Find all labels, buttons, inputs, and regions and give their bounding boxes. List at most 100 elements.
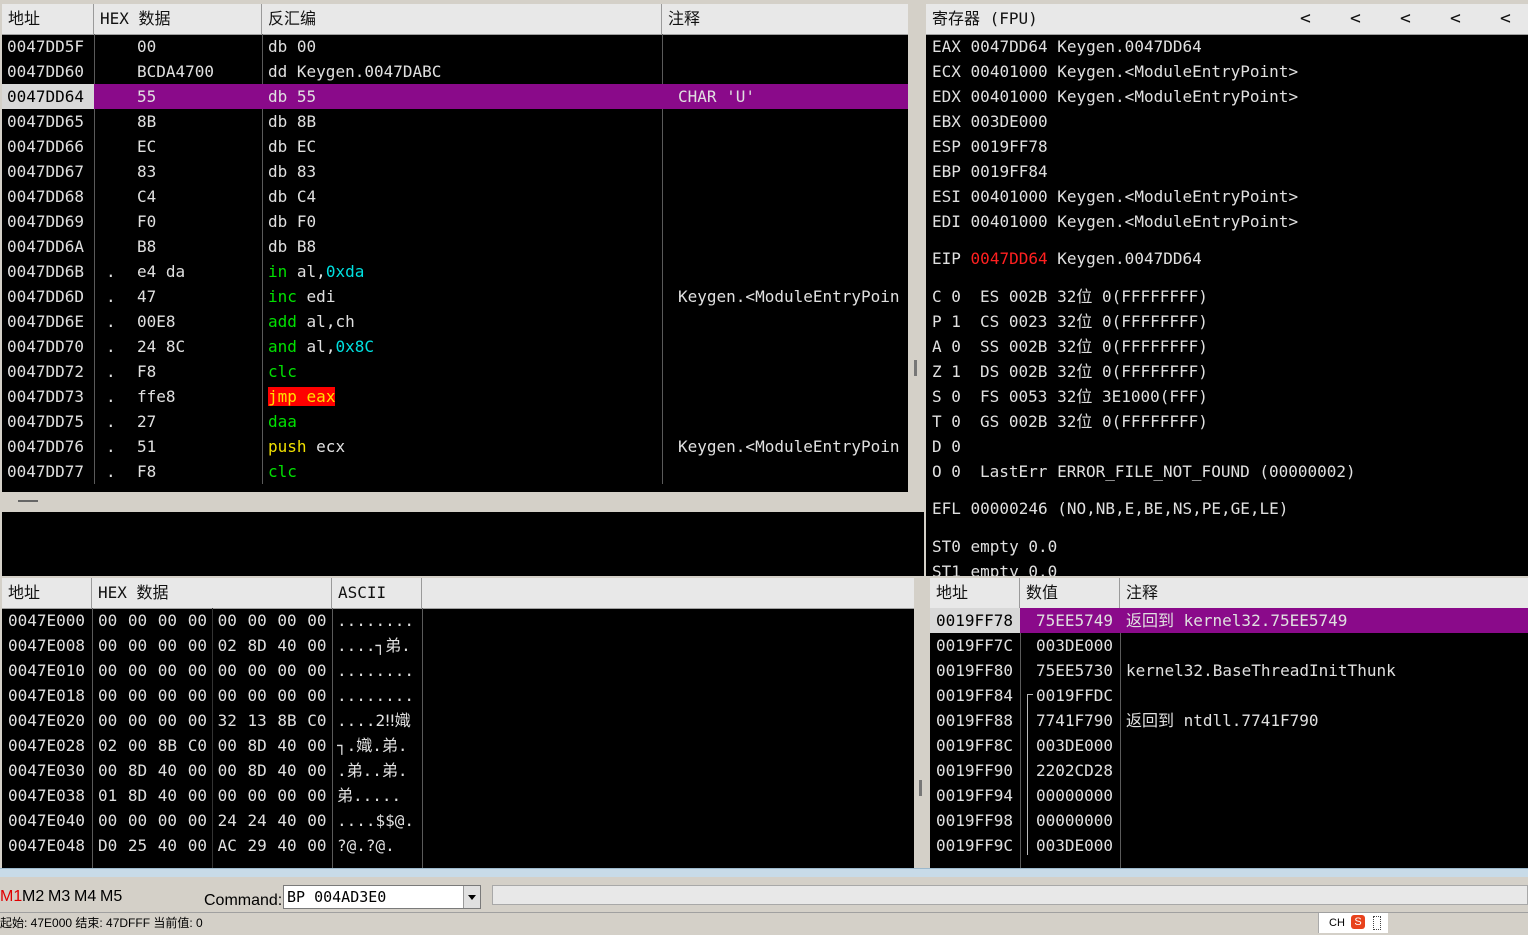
ime-indicator[interactable]: CH S — [1318, 913, 1388, 933]
register-ebx[interactable]: EBX 003DE000 — [932, 109, 1048, 134]
stack-row[interactable]: 0019FF9C 003DE000 — [930, 833, 1528, 858]
disasm-row[interactable]: 0047DD70. 24 8C and al,0x8C — [2, 334, 908, 359]
dump-row[interactable]: 0047E010 00 00 00 00 00 00 00 00........ — [2, 658, 914, 683]
stack-row[interactable]: 0019FF78 75EE5749 返回到 kernel32.75EE5749 — [930, 608, 1528, 633]
register-eip[interactable]: EIP 0047DD64 Keygen.0047DD64 — [932, 246, 1202, 271]
disasm-row[interactable]: 0047DD6E. 00E8 add al,ch — [2, 309, 908, 334]
col-header-hex[interactable]: HEX 数据 — [92, 578, 332, 608]
flag-value[interactable]: Z 1 — [932, 362, 961, 381]
disasm-row[interactable]: 0047DD64 55 db 55 CHAR 'U' — [2, 84, 908, 109]
disassembly-panel[interactable]: 地址 HEX 数据 反汇编 注释 0047DD5F 00 db 00 0047DD60… — [2, 4, 908, 492]
disasm-row[interactable]: 0047DD72. F8 clc — [2, 359, 908, 384]
col-header-hex[interactable]: HEX 数据 — [94, 4, 262, 34]
disasm-row[interactable]: 0047DD6B. e4 da in al,0xda — [2, 259, 908, 284]
collapse-arrow-icon[interactable]: < — [1500, 4, 1511, 34]
dump-row[interactable]: 0047E008 00 00 00 00 02 8D 40 00 ....┐弟. — [2, 633, 914, 658]
register-value[interactable]: 0019FF84 — [971, 162, 1048, 181]
stack-row[interactable]: 0019FF98 00000000 — [930, 808, 1528, 833]
disasm-row[interactable]: 0047DD66 EC db EC — [2, 134, 908, 159]
disasm-row[interactable]: 0047DD69 F0 db F0 — [2, 209, 908, 234]
col-header-comment[interactable]: 注释 — [662, 4, 908, 34]
flag-row[interactable]: Z 1 DS 002B 32位 0(FFFFFFFF) — [932, 359, 1208, 384]
dump-row[interactable]: 0047E000 00 00 00 00 00 00 00 00........ — [2, 608, 914, 633]
disasm-row[interactable]: 0047DD6D. 47 inc edi Keygen.<ModuleEntryPoi… — [2, 284, 908, 309]
collapse-arrow-icon[interactable]: < — [1450, 4, 1461, 34]
dump-row[interactable]: 0047E040 00 00 00 00 24 24 40 00 ....$$@. — [2, 808, 914, 833]
flag-row[interactable]: S 0 FS 0053 32位 3E1000(FFF) — [932, 384, 1208, 409]
register-ebp[interactable]: EBP 0019FF84 — [932, 159, 1048, 184]
memory-dump-panel[interactable]: 地址 HEX 数据 ASCII 0047E000 00 00 00 00 00 0… — [2, 578, 914, 868]
m3-button[interactable]: M3 — [48, 884, 70, 910]
stack-panel[interactable]: 地址 数值 注释 0019FF78 75EE5749 返回到 kernel32.75… — [930, 578, 1528, 868]
command-input[interactable]: BP 004AD3E0 — [283, 885, 481, 909]
register-esp[interactable]: ESP 0019FF78 — [932, 134, 1048, 159]
register-edx[interactable]: EDX 00401000 Keygen.<ModuleEntryPoint> — [932, 84, 1298, 109]
m1-button[interactable]: M1 — [0, 884, 22, 910]
disasm-row[interactable]: 0047DD77. F8 clc — [2, 459, 908, 484]
disasm-row[interactable]: 0047DD60 BCDA4700 dd Keygen.0047DABC — [2, 59, 908, 84]
splitter-handle[interactable] — [914, 360, 917, 376]
disasm-row[interactable]: 0047DD76. 51 push ecx Keygen.<ModuleEntryPo… — [2, 434, 908, 459]
dump-row[interactable]: 0047E038 01 8D 40 00 00 00 00 00 弟..... — [2, 783, 914, 808]
disasm-row[interactable]: 0047DD5F 00 db 00 — [2, 34, 908, 59]
register-value[interactable]: 0047DD64 — [971, 249, 1048, 268]
disasm-row[interactable]: 0047DD68 C4 db C4 — [2, 184, 908, 209]
registers-panel[interactable]: 寄存器 (FPU) < < < < < EAX 0047DD64 Keygen.… — [926, 4, 1528, 576]
m4-button[interactable]: M4 — [74, 884, 96, 910]
dump-row[interactable]: 0047E030 00 8D 40 00 00 8D 40 00 .弟..弟. — [2, 758, 914, 783]
register-value[interactable]: 0047DD64 — [971, 37, 1048, 56]
disasm-hscroll-thumb[interactable] — [18, 500, 38, 502]
register-value[interactable]: 003DE000 — [971, 112, 1048, 131]
dump-row[interactable]: 0047E020 00 00 00 00 32 13 8B C0 ....2‼嬂 — [2, 708, 914, 733]
m2-button[interactable]: M2 — [22, 884, 44, 910]
dump-row[interactable]: 0047E018 00 00 00 00 00 00 00 00........ — [2, 683, 914, 708]
register-edi[interactable]: EDI 00401000 Keygen.<ModuleEntryPoint> — [932, 209, 1298, 234]
flag-value[interactable]: D 0 — [932, 437, 961, 456]
flag-value[interactable]: O 0 — [932, 462, 961, 481]
col-header-address[interactable]: 地址 — [2, 578, 92, 608]
flag-row[interactable]: P 1 CS 0023 32位 0(FFFFFFFF) — [932, 309, 1208, 334]
stack-row[interactable]: 0019FF8C 003DE000 — [930, 733, 1528, 758]
register-value[interactable]: 00401000 — [971, 62, 1048, 81]
stack-row[interactable]: 0019FF84 0019FFDC — [930, 683, 1528, 708]
flag-row[interactable]: D 0 — [932, 434, 961, 459]
stack-row[interactable]: 0019FF90 2202CD28 — [930, 758, 1528, 783]
register-ecx[interactable]: ECX 00401000 Keygen.<ModuleEntryPoint> — [932, 59, 1298, 84]
disasm-row[interactable]: 0047DD67 83 db 83 — [2, 159, 908, 184]
eflags-row[interactable]: EFL 00000246 (NO,NB,E,BE,NS,PE,GE,LE) — [932, 496, 1288, 521]
disasm-row[interactable]: 0047DD73. ffe8 jmp eax — [2, 384, 908, 409]
dump-row[interactable]: 0047E028 02 00 8B C0 00 8D 40 00 ┐.嬂.弟. — [2, 733, 914, 758]
flag-value[interactable]: S 0 — [932, 387, 961, 406]
flag-row[interactable]: A 0 SS 002B 32位 0(FFFFFFFF) — [932, 334, 1208, 359]
fpu-st1[interactable]: ST1 empty 0.0 — [932, 559, 1057, 576]
splitter-handle[interactable] — [919, 780, 922, 796]
register-value[interactable]: 0019FF78 — [971, 137, 1048, 156]
col-header-address[interactable]: 地址 — [2, 4, 94, 34]
m5-button[interactable]: M5 — [100, 884, 122, 910]
register-value[interactable]: 00401000 — [971, 212, 1048, 231]
flag-row[interactable]: O 0 LastErr ERROR_FILE_NOT_FOUND (0000000… — [932, 459, 1356, 484]
register-eax[interactable]: EAX 0047DD64 Keygen.0047DD64 — [932, 34, 1202, 59]
flag-value[interactable]: T 0 — [932, 412, 961, 431]
col-header-disasm[interactable]: 反汇编 — [262, 4, 662, 34]
collapse-arrow-icon[interactable]: < — [1400, 4, 1411, 34]
disasm-row[interactable]: 0047DD75. 27 daa — [2, 409, 908, 434]
flag-value[interactable]: C 0 — [932, 287, 961, 306]
register-esi[interactable]: ESI 00401000 Keygen.<ModuleEntryPoint> — [932, 184, 1298, 209]
stack-row[interactable]: 0019FF7C 003DE000 — [930, 633, 1528, 658]
col-header-value[interactable]: 数值 — [1020, 578, 1120, 608]
register-value[interactable]: 00401000 — [971, 87, 1048, 106]
disasm-row[interactable]: 0047DD65 8B db 8B — [2, 109, 908, 134]
col-header-address[interactable]: 地址 — [930, 578, 1020, 608]
col-header-comment[interactable]: 注释 — [1120, 578, 1528, 608]
flag-value[interactable]: A 0 — [932, 337, 961, 356]
collapse-arrow-icon[interactable]: < — [1300, 4, 1311, 34]
flag-row[interactable]: C 0 ES 002B 32位 0(FFFFFFFF) — [932, 284, 1208, 309]
stack-row[interactable]: 0019FF88 7741F790 返回到 ntdll.7741F790 — [930, 708, 1528, 733]
collapse-arrow-icon[interactable]: < — [1350, 4, 1361, 34]
command-dropdown-button[interactable] — [463, 886, 480, 908]
disasm-row[interactable]: 0047DD6A B8 db B8 — [2, 234, 908, 259]
flag-row[interactable]: T 0 GS 002B 32位 0(FFFFFFFF) — [932, 409, 1208, 434]
stack-row[interactable]: 0019FF80 75EE5730 kernel32.BaseThreadInitT… — [930, 658, 1528, 683]
fpu-st0[interactable]: ST0 empty 0.0 — [932, 534, 1057, 559]
